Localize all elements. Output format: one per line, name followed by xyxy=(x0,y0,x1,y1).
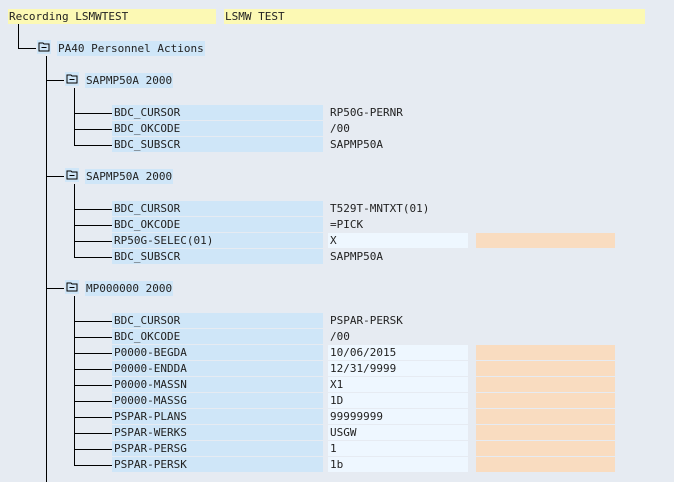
tree-line xyxy=(46,80,64,81)
field-name: P0000-MASSN xyxy=(112,377,323,392)
field-value: =PICK xyxy=(330,218,364,231)
field-value: T529T-MNTXT(01) xyxy=(330,202,430,215)
field-name: RP50G-SELEC(01) xyxy=(112,233,323,248)
tree-line xyxy=(74,209,112,210)
source-field-cell[interactable] xyxy=(476,457,615,472)
field-name: PSPAR-PLANS xyxy=(112,409,323,424)
folder-open-icon[interactable] xyxy=(37,40,51,54)
field-name: BDC_OKCODE xyxy=(112,329,323,344)
source-field-cell[interactable] xyxy=(476,393,615,408)
field-value[interactable]: 99999999 xyxy=(328,409,468,424)
source-field-cell[interactable] xyxy=(476,409,615,424)
source-field-cell[interactable] xyxy=(476,377,615,392)
tree-line xyxy=(74,417,112,418)
source-field-cell[interactable] xyxy=(476,425,615,440)
screen-node[interactable]: SAPMP50A 2000 xyxy=(85,169,174,184)
field-name: BDC_CURSOR xyxy=(112,313,323,328)
folder-open-icon[interactable] xyxy=(65,280,79,294)
field-value: SAPMP50A xyxy=(330,138,383,151)
screen-node[interactable]: MP000000 2000 xyxy=(85,281,174,296)
tree-line xyxy=(74,184,75,257)
tree-line xyxy=(74,433,112,434)
field-name: BDC_SUBSCR xyxy=(112,249,323,264)
tree-line xyxy=(74,225,112,226)
recording-description: LSMW TEST xyxy=(224,9,645,24)
recording-title: Recording LSMWTEST xyxy=(8,9,216,24)
field-value: /00 xyxy=(330,122,350,135)
folder-open-icon[interactable] xyxy=(65,72,79,86)
tree-line xyxy=(18,48,36,49)
field-value[interactable]: X xyxy=(328,233,468,248)
tree-line xyxy=(74,257,112,258)
field-value: PSPAR-PERSK xyxy=(330,314,403,327)
field-value[interactable]: USGW xyxy=(328,425,468,440)
field-name: P0000-ENDDA xyxy=(112,361,323,376)
source-field-cell[interactable] xyxy=(476,441,615,456)
field-name: PSPAR-WERKS xyxy=(112,425,323,440)
field-value[interactable]: 1b xyxy=(328,457,468,472)
field-name: BDC_OKCODE xyxy=(112,121,323,136)
field-name: PSPAR-PERSG xyxy=(112,441,323,456)
tree-line xyxy=(46,288,64,289)
field-name: P0000-BEGDA xyxy=(112,345,323,360)
field-value: SAPMP50A xyxy=(330,250,383,263)
tree-line xyxy=(74,337,112,338)
field-name: PSPAR-PERSK xyxy=(112,457,323,472)
source-field-cell[interactable] xyxy=(476,345,615,360)
folder-open-icon[interactable] xyxy=(65,168,79,182)
screen-node[interactable]: SAPMP50A 2000 xyxy=(85,73,174,88)
tree-line xyxy=(74,129,112,130)
field-value[interactable]: 1D xyxy=(328,393,468,408)
tree-line xyxy=(74,465,112,466)
tree-line xyxy=(74,241,112,242)
field-value[interactable]: 1 xyxy=(328,441,468,456)
field-value[interactable]: X1 xyxy=(328,377,468,392)
transaction-node[interactable]: PA40 Personnel Actions xyxy=(57,41,205,56)
tree-line xyxy=(74,88,75,145)
tree-line xyxy=(46,56,47,482)
field-value: RP50G-PERNR xyxy=(330,106,403,119)
field-name: BDC_CURSOR xyxy=(112,105,323,120)
source-field-cell[interactable] xyxy=(476,233,615,248)
tree-line xyxy=(74,369,112,370)
source-field-cell[interactable] xyxy=(476,361,615,376)
field-value[interactable]: 12/31/9999 xyxy=(328,361,468,376)
field-value: /00 xyxy=(330,330,350,343)
tree-line xyxy=(74,353,112,354)
tree-line xyxy=(74,449,112,450)
field-name: BDC_SUBSCR xyxy=(112,137,323,152)
tree-line xyxy=(18,24,19,49)
field-name: P0000-MASSG xyxy=(112,393,323,408)
field-name: BDC_OKCODE xyxy=(112,217,323,232)
tree-line xyxy=(46,176,64,177)
tree-line xyxy=(74,321,112,322)
field-name: BDC_CURSOR xyxy=(112,201,323,216)
field-value[interactable]: 10/06/2015 xyxy=(328,345,468,360)
tree-line xyxy=(74,145,112,146)
tree-line xyxy=(74,113,112,114)
tree-line xyxy=(74,385,112,386)
tree-line xyxy=(74,401,112,402)
